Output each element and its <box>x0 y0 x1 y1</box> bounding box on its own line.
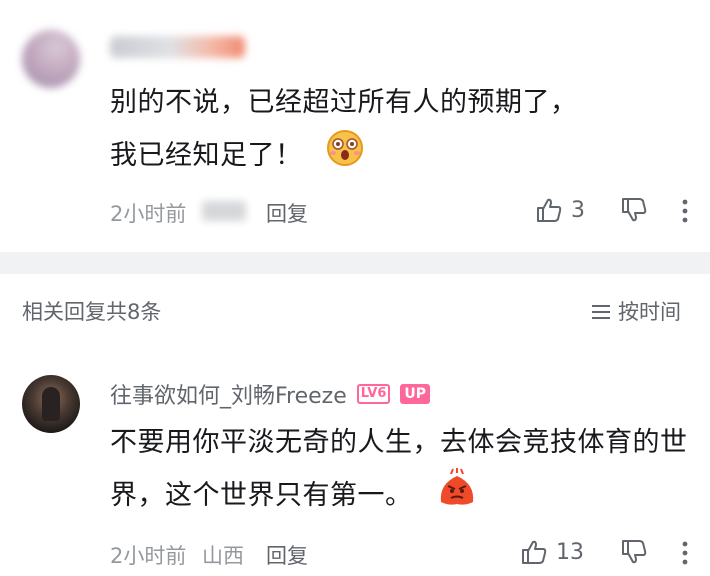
level-badge: LV6 <box>356 384 391 404</box>
astonished-emoji-icon <box>325 128 365 185</box>
user-line: 往事欲如何_刘畅Freeze LV6 UP <box>110 378 431 410</box>
dislike-button[interactable] <box>620 538 648 566</box>
avatar-figure <box>42 387 60 421</box>
comment-text: 别的不说，已经超过所有人的预期了，我已经知足了！ <box>110 78 590 185</box>
reply-button[interactable]: 回复 <box>266 540 308 570</box>
thumbs-down-icon <box>620 538 648 566</box>
location-blurred <box>202 201 246 221</box>
thumbs-up-icon <box>520 538 548 566</box>
comment-time: 2小时前 <box>110 202 187 226</box>
list-sort-icon <box>590 302 612 320</box>
thumbs-down-icon <box>620 196 648 224</box>
sort-by-time-button[interactable]: 按时间 <box>590 296 681 326</box>
username-blurred[interactable] <box>110 36 245 58</box>
comment-time: 2小时前 <box>110 544 187 568</box>
dislike-button[interactable] <box>620 196 648 224</box>
comment-location: 山西 <box>202 544 244 568</box>
like-count: 3 <box>571 197 585 223</box>
more-options-icon[interactable] <box>680 540 690 566</box>
username[interactable]: 往事欲如何_刘畅Freeze <box>110 378 347 410</box>
like-button[interactable]: 3 <box>535 196 585 224</box>
angry-emoji-icon <box>435 468 479 525</box>
sort-label: 按时间 <box>618 300 681 324</box>
comment-text: 不要用你平淡无奇的人生，去体会竞技体育的世界，这个世界只有第一。 <box>110 418 705 525</box>
replies-count-header: 相关回复共8条 <box>22 300 162 324</box>
avatar[interactable] <box>22 375 80 433</box>
comment-text-content: 不要用你平淡无奇的人生，去体会竞技体育的世界，这个世界只有第一。 <box>110 427 688 511</box>
thumbs-up-icon <box>535 196 563 224</box>
section-divider <box>0 252 710 274</box>
up-badge: UP <box>400 384 431 404</box>
avatar[interactable] <box>22 30 80 88</box>
like-button[interactable]: 13 <box>520 538 584 566</box>
more-options-icon[interactable] <box>680 198 690 224</box>
reply-button[interactable]: 回复 <box>266 198 308 228</box>
like-count: 13 <box>556 539 584 565</box>
